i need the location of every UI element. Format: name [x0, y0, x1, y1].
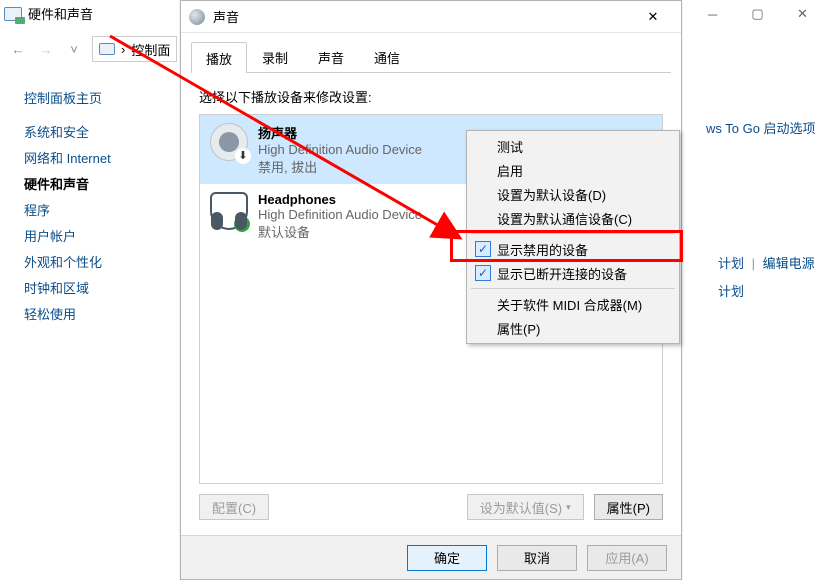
- sidebar-item[interactable]: 系统和安全: [24, 120, 164, 146]
- apply-button[interactable]: 应用(A): [587, 545, 667, 571]
- tab[interactable]: 录制: [247, 41, 303, 72]
- context-item[interactable]: 关于软件 MIDI 合成器(M): [469, 292, 677, 316]
- hardware-icon: [4, 7, 22, 21]
- close-button[interactable]: ✕: [780, 0, 825, 28]
- device-driver: High Definition Audio Device: [258, 142, 422, 157]
- link-plan[interactable]: 计划: [718, 256, 744, 271]
- address-bar: ← → ˅ › 控制面: [8, 36, 177, 62]
- context-item[interactable]: 设置为默认通信设备(C): [469, 206, 677, 230]
- up-button[interactable]: ˅: [64, 39, 84, 59]
- forward-button[interactable]: →: [36, 39, 56, 59]
- set-default-button[interactable]: 设为默认值(S) ▾: [467, 494, 584, 520]
- sidebar-item[interactable]: 硬件和声音: [24, 172, 164, 198]
- instruction-text: 选择以下播放设备来修改设置:: [199, 87, 663, 106]
- chevron-down-icon: ▾: [566, 502, 571, 513]
- context-menu: 测试启用设置为默认设备(D)设置为默认通信设备(C) ✓显示禁用的设备✓显示已断开…: [466, 130, 680, 344]
- sidebar-item[interactable]: 外观和个性化: [24, 250, 164, 276]
- minimize-button[interactable]: ─: [690, 0, 735, 28]
- context-item[interactable]: 启用: [469, 158, 677, 182]
- context-item[interactable]: ✓显示禁用的设备: [469, 237, 677, 261]
- sidebar-item[interactable]: 网络和 Internet: [24, 146, 164, 172]
- link-sep: |: [748, 256, 759, 271]
- context-item[interactable]: ✓显示已断开连接的设备: [469, 261, 677, 285]
- cancel-button[interactable]: 取消: [497, 545, 577, 571]
- tab[interactable]: 播放: [191, 42, 247, 73]
- ok-button[interactable]: 确定: [407, 545, 487, 571]
- device-status: 禁用, 拔出: [258, 157, 422, 176]
- default-badge-icon: ✓: [234, 216, 250, 232]
- device-name: 扬声器: [258, 123, 422, 142]
- context-item[interactable]: 属性(P): [469, 316, 677, 340]
- dialog-close-button[interactable]: ✕: [635, 5, 671, 29]
- cp-title-text: 硬件和声音: [28, 4, 93, 23]
- device-driver: High Definition Audio Device: [258, 207, 422, 222]
- check-icon: ✓: [475, 241, 491, 257]
- sidebar-item[interactable]: 用户帐户: [24, 224, 164, 250]
- sidebar-item[interactable]: 轻松使用: [24, 302, 164, 328]
- breadcrumb-sep: ›: [121, 42, 125, 57]
- breadcrumb-text: 控制面: [131, 40, 170, 59]
- check-icon: ✓: [475, 265, 491, 281]
- context-item[interactable]: 测试: [469, 134, 677, 158]
- sound-icon: [189, 9, 205, 25]
- sidebar-home[interactable]: 控制面板主页: [24, 86, 164, 112]
- tab[interactable]: 通信: [359, 41, 415, 72]
- sidebar-item[interactable]: 时钟和区域: [24, 276, 164, 302]
- properties-button[interactable]: 属性(P): [594, 494, 663, 520]
- context-item[interactable]: 设置为默认设备(D): [469, 182, 677, 206]
- window-controls: ─ ▢ ✕: [690, 0, 825, 28]
- context-separator: [471, 233, 675, 234]
- maximize-button[interactable]: ▢: [735, 0, 780, 28]
- sidebar: 控制面板主页 系统和安全网络和 Internet硬件和声音程序用户帐户外观和个性…: [24, 86, 164, 328]
- context-separator: [471, 288, 675, 289]
- dialog-title: 声音: [213, 7, 239, 26]
- headphones-icon: ✓: [210, 192, 248, 230]
- folder-icon: [99, 43, 115, 55]
- back-button[interactable]: ←: [8, 39, 28, 59]
- tab[interactable]: 声音: [303, 41, 359, 72]
- breadcrumb[interactable]: › 控制面: [92, 36, 177, 62]
- disabled-badge-icon: ⬇: [235, 148, 251, 164]
- device-status: 默认设备: [258, 222, 422, 241]
- device-name: Headphones: [258, 192, 422, 207]
- speaker-icon: ⬇: [210, 123, 248, 161]
- cp-title: 硬件和声音: [4, 4, 93, 23]
- right-partial-link[interactable]: ws To Go 启动选项: [706, 118, 816, 137]
- sidebar-item[interactable]: 程序: [24, 198, 164, 224]
- configure-button[interactable]: 配置(C): [199, 494, 269, 520]
